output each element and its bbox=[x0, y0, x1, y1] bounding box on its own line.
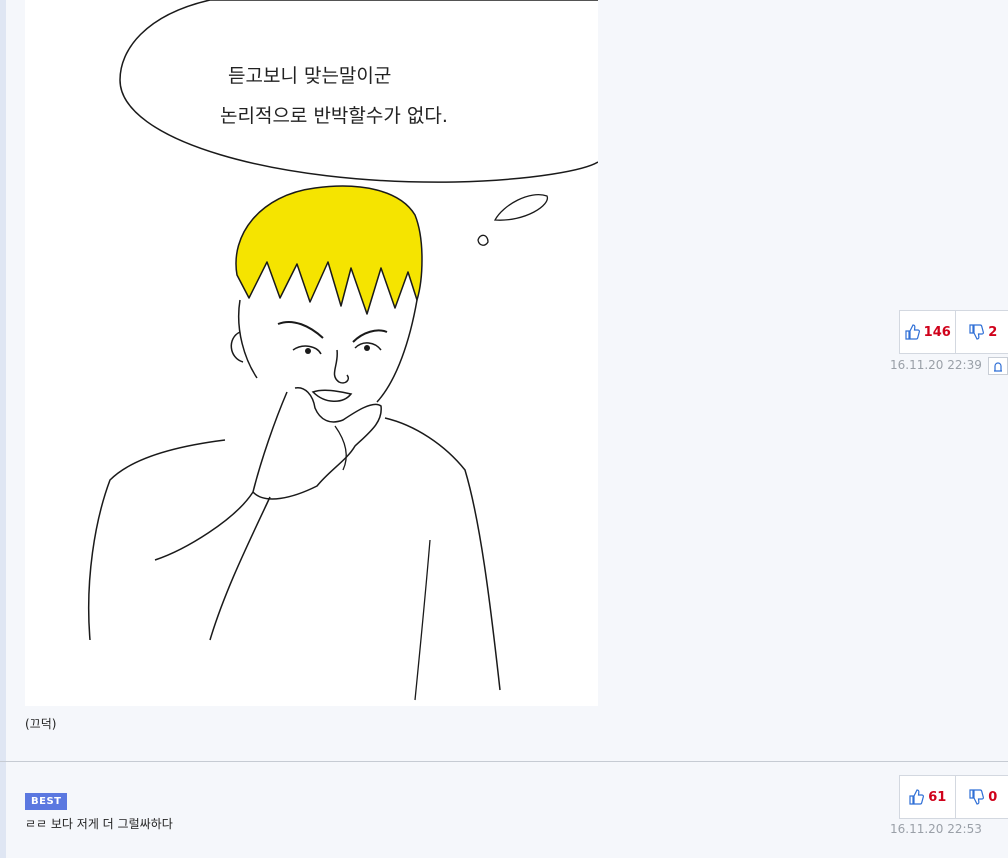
comment-item: 듣고보니 맞는말이군 논리적으로 반박할수가 없다. (끄덕) 146 2 16… bbox=[6, 0, 1008, 760]
comment-image: 듣고보니 맞는말이군 논리적으로 반박할수가 없다. bbox=[25, 0, 598, 706]
downvote-count: 0 bbox=[988, 789, 998, 805]
downvote-button[interactable]: 2 bbox=[954, 311, 1008, 353]
downvote-count: 2 bbox=[988, 324, 998, 340]
upvote-count: 61 bbox=[928, 789, 947, 805]
report-button[interactable] bbox=[988, 357, 1008, 375]
thumbs-down-icon bbox=[968, 789, 985, 805]
speech-line-2: 논리적으로 반박할수가 없다. bbox=[220, 105, 448, 127]
comment-timestamp: 16.11.20 22:39 bbox=[890, 358, 982, 372]
downvote-button[interactable]: 0 bbox=[954, 776, 1008, 818]
upvote-count: 146 bbox=[923, 324, 951, 340]
vote-box: 61 0 bbox=[899, 775, 1008, 819]
upvote-button[interactable]: 61 bbox=[900, 776, 955, 818]
best-badge: BEST bbox=[25, 793, 68, 810]
thumbs-down-icon bbox=[968, 324, 985, 340]
upvote-button[interactable]: 146 bbox=[900, 311, 955, 353]
thumbs-up-icon bbox=[908, 789, 925, 805]
comment-item: BEST ㄹㄹ 보다 저게 더 그럴싸하다 61 0 16.11.20 22:5… bbox=[6, 762, 1008, 858]
comment-timestamp: 16.11.20 22:53 bbox=[890, 822, 982, 836]
comment-text: ㄹㄹ 보다 저게 더 그럴싸하다 bbox=[25, 817, 173, 831]
thumbs-up-icon bbox=[904, 324, 920, 340]
report-icon bbox=[993, 357, 1003, 376]
comment-caption: (끄덕) bbox=[25, 717, 57, 731]
thinking-man-drawing: 듣고보니 맞는말이군 논리적으로 반박할수가 없다. bbox=[87, 0, 598, 701]
speech-line-1: 듣고보니 맞는말이군 bbox=[228, 65, 391, 87]
vote-box: 146 2 bbox=[899, 310, 1008, 354]
